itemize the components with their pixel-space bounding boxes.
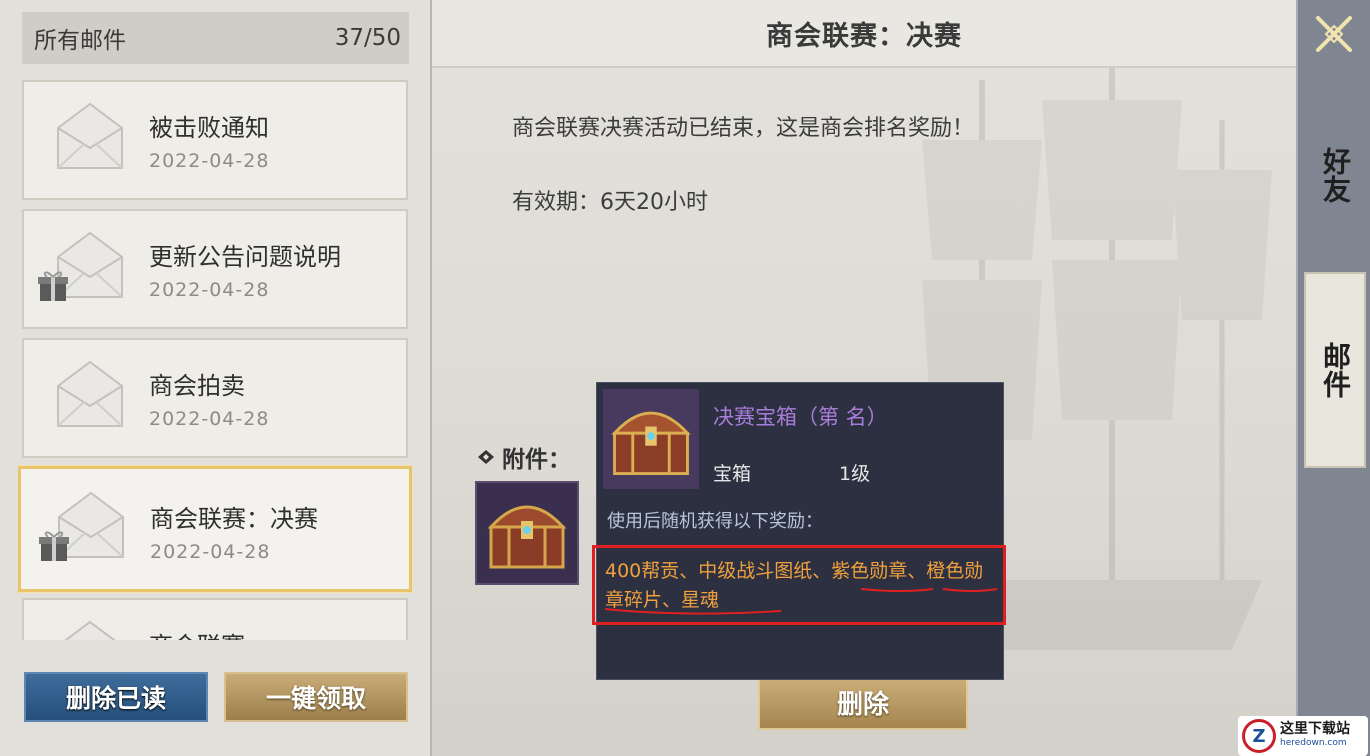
mail-list-header: 所有邮件 37/50: [22, 12, 409, 64]
watermark-cn: 这里下载站: [1280, 721, 1350, 737]
attachment-item-slot[interactable]: [475, 481, 579, 585]
side-tab-bar: 好友 邮件: [1296, 0, 1370, 756]
watermark-text: 这里下载站 heredown.com: [1280, 722, 1350, 750]
mail-item[interactable]: 更新公告问题说明 2022-04-28: [22, 209, 408, 329]
mail-item-date: 2022-04-28: [149, 408, 270, 430]
rewards-underline-annotation: [604, 588, 998, 615]
treasure-chest-icon: [611, 411, 691, 475]
envelope-icon: [64, 620, 116, 640]
item-tooltip: 决赛宝箱（第 名） 宝箱 1级 使用后随机获得以下奖励： 400帮贡、中级战斗图…: [592, 382, 1006, 680]
tooltip-description: 使用后随机获得以下奖励：: [607, 511, 823, 532]
close-icon[interactable]: [1312, 12, 1356, 56]
tooltip-item-level: 1级: [839, 463, 871, 485]
site-watermark: Z 这里下载站 heredown.com: [1238, 716, 1368, 756]
watermark-en: heredown.com: [1280, 738, 1347, 748]
mail-list-header-label: 所有邮件: [34, 28, 126, 54]
mail-item-selected[interactable]: 商会联赛：决赛 2022-04-28: [18, 466, 412, 592]
mail-detail-header: 商会联赛：决赛: [432, 0, 1296, 68]
mail-item[interactable]: 商会拍卖 2022-04-28: [22, 338, 408, 458]
mail-validity: 有效期：6天20小时: [512, 190, 708, 215]
mail-item[interactable]: 商会联赛: [22, 598, 408, 640]
mail-item-date: 2022-04-28: [150, 541, 271, 563]
mail-list-panel: 所有邮件 37/50 被击败通知 2022-04-28 更新公告问题说明 202…: [0, 0, 432, 756]
mail-item[interactable]: 被击败通知 2022-04-28: [22, 80, 408, 200]
collect-all-button[interactable]: 一键领取: [224, 672, 408, 722]
mail-list[interactable]: 被击败通知 2022-04-28 更新公告问题说明 2022-04-28 商会拍…: [18, 78, 414, 640]
mail-detail-title: 商会联赛：决赛: [766, 20, 962, 52]
delete-read-button[interactable]: 删除已读: [24, 672, 208, 722]
diamond-bullet-icon: [478, 450, 494, 464]
mail-count: 37/50: [334, 25, 401, 51]
mail-item-title: 更新公告问题说明: [149, 243, 341, 271]
tooltip-item-icon: [603, 389, 699, 489]
mail-item-date: 2022-04-28: [149, 279, 270, 301]
mail-body-text: 商会联赛决赛活动已结束，这是商会排名奖励！: [512, 116, 975, 141]
treasure-chest-icon: [487, 505, 567, 569]
tooltip-item-name: 决赛宝箱（第 名）: [713, 405, 888, 429]
mail-item-title: 商会联赛: [149, 626, 245, 640]
tab-mail[interactable]: 邮件: [1304, 272, 1366, 468]
tooltip-item-type: 宝箱: [713, 463, 752, 485]
gift-icon: [38, 271, 68, 301]
gift-icon: [39, 531, 69, 561]
mail-item-date: 2022-04-28: [149, 150, 270, 172]
attachment-label: 附件：: [478, 440, 571, 474]
tab-friends[interactable]: 好友: [1304, 100, 1366, 250]
watermark-logo: Z: [1242, 719, 1276, 753]
mail-item-title: 商会拍卖: [149, 372, 245, 400]
mail-item-title: 商会联赛：决赛: [150, 505, 318, 533]
mail-item-title: 被击败通知: [149, 114, 269, 142]
envelope-icon: [57, 102, 123, 169]
envelope-icon: [57, 360, 123, 427]
delete-button[interactable]: 删除: [758, 674, 968, 730]
attachment-label-text: 附件：: [502, 446, 571, 473]
